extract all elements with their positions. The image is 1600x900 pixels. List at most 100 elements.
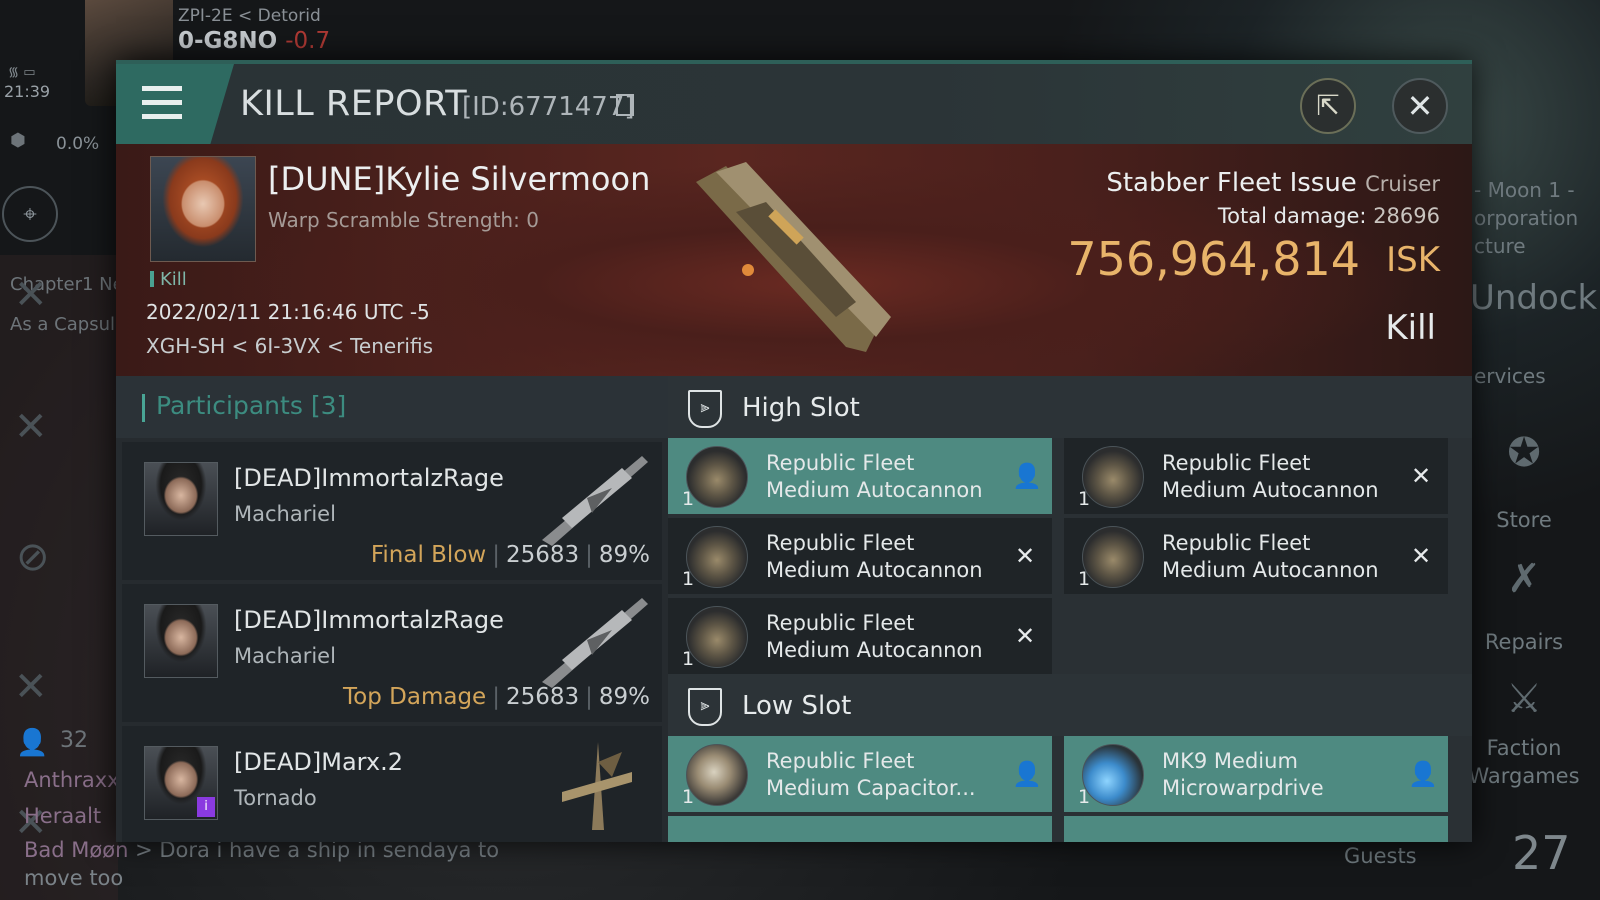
participant-row[interactable]: [DEAD]ImmortalzRage Machariel Top Damage…: [122, 584, 662, 722]
location-pin-icon[interactable]: ⌖: [2, 186, 58, 242]
target-icon[interactable]: ⊘: [16, 534, 50, 580]
current-system[interactable]: 0-G8NO -0.7: [178, 28, 330, 54]
guests-count: 27: [1512, 826, 1571, 880]
participant-ship: Tornado: [234, 786, 317, 810]
station-name-line: orporation: [1474, 206, 1579, 230]
participant-row[interactable]: i [DEAD]Marx.2 Tornado: [122, 726, 662, 842]
destroyed-x-icon: ✕: [1410, 462, 1432, 490]
external-link-icon: ⇱: [1316, 89, 1340, 122]
dropped-person-icon: 👤: [1012, 760, 1042, 788]
fitting-panel: ⫸ High Slot 1 Republic Fleet Medium Autoc…: [668, 376, 1472, 842]
participant-avatar[interactable]: [144, 462, 218, 536]
kill-date: 2022/02/11 21:16:46 UTC -5: [146, 300, 430, 324]
window-titlebar: KILL REPORT [ID:6771477] ⇱ ✕: [116, 64, 1472, 144]
destroyed-x-icon: ✕: [1014, 622, 1036, 650]
store-icon[interactable]: ✪: [1484, 430, 1564, 476]
hamburger-icon: [142, 86, 182, 91]
station-name-line: cture: [1474, 234, 1526, 258]
faction-wargames-label[interactable]: Wargames: [1454, 764, 1594, 788]
victim-ship-image[interactable]: [676, 152, 916, 372]
isk-value: 756,964,814: [1067, 232, 1360, 286]
ship-class: Cruiser: [1365, 172, 1440, 196]
wifi-battery-icon: ᯾ ▭: [8, 65, 36, 80]
destroyed-x-icon: ✕: [1410, 542, 1432, 570]
module-item[interactable]: [1064, 816, 1448, 842]
module-item[interactable]: 1 Republic Fleet Medium Autocannon ✕: [1064, 518, 1448, 594]
high-slot-header: ⫸ High Slot: [668, 376, 1472, 438]
victim-portrait[interactable]: [150, 156, 256, 262]
microwarpdrive-icon: [1082, 744, 1144, 806]
dropped-person-icon: 👤: [1012, 462, 1042, 490]
participant-name: [DEAD]ImmortalzRage: [234, 464, 504, 492]
guests-label[interactable]: Guests: [1344, 844, 1417, 868]
faction-wargames-label[interactable]: Faction: [1454, 736, 1594, 760]
victim-ship-name[interactable]: Stabber Fleet Issue Cruiser: [1106, 168, 1440, 198]
participant-row[interactable]: [DEAD]ImmortalzRage Machariel Final Blow…: [122, 442, 662, 580]
undock-button[interactable]: Undock: [1470, 278, 1597, 318]
repairs-label[interactable]: Repairs: [1454, 630, 1594, 654]
dropped-person-icon: 👤: [1408, 760, 1438, 788]
participants-panel: Participants [3] [DEAD]ImmortalzRage Mac…: [116, 376, 668, 842]
high-slot-icon: ⫸: [688, 390, 722, 428]
kill-tag: Kill: [150, 269, 187, 290]
participant-avatar[interactable]: [144, 604, 218, 678]
autocannon-icon: [1082, 446, 1144, 508]
destroyed-x-icon: ✕: [1014, 542, 1036, 570]
close-button[interactable]: ✕: [1392, 78, 1448, 134]
participant-ship-image: [542, 456, 648, 546]
module-item[interactable]: 1 Republic Fleet Medium Autocannon ✕: [668, 518, 1052, 594]
isk-unit: ISK: [1386, 240, 1440, 280]
kill-location[interactable]: XGH-SH < 6I-3VX < Tenerifis: [146, 334, 433, 358]
participant-ship: Machariel: [234, 644, 336, 668]
alliance-badge: i: [197, 797, 215, 817]
autocannon-icon: [686, 446, 748, 508]
module-item[interactable]: 1 Republic Fleet Medium Capacitor... 👤: [668, 736, 1052, 812]
participant-ship-image: [542, 598, 648, 688]
clock: 21:39: [4, 82, 51, 101]
low-slot-icon: ⫸: [688, 688, 722, 726]
victim-name[interactable]: [DUNE]Kylie Silvermoon: [268, 160, 650, 198]
system-route: ZPI-2E < Detorid: [178, 6, 321, 26]
chat-line: move too: [24, 866, 124, 890]
participant-ship: Machariel: [234, 502, 336, 526]
kill-id: [ID:6771477]: [462, 92, 635, 122]
warp-scramble-strength: Warp Scramble Strength: 0: [268, 208, 539, 232]
faction-wargames-icon[interactable]: ⚔: [1484, 676, 1564, 722]
kill-report-window: KILL REPORT [ID:6771477] ⇱ ✕ [DUNE]Kylie…: [116, 60, 1472, 842]
repairs-icon[interactable]: ✗: [1484, 556, 1564, 602]
participant-avatar[interactable]: i: [144, 746, 218, 820]
chat-line: Anthraxx: [24, 768, 120, 792]
participants-header: Participants [3]: [116, 376, 668, 438]
menu-button[interactable]: [116, 64, 234, 144]
people-icon: 👤: [16, 728, 49, 758]
station-name-line: - Moon 1 -: [1474, 178, 1575, 202]
close-icon[interactable]: ✕: [14, 664, 48, 710]
close-icon[interactable]: ✕: [14, 404, 48, 450]
module-item[interactable]: 1 MK9 Medium Microwarpdrive 👤: [1064, 736, 1448, 812]
capacitor-icon: [686, 744, 748, 806]
store-label[interactable]: Store: [1454, 508, 1594, 532]
copy-icon[interactable]: [616, 94, 634, 116]
system-security: -0.7: [285, 28, 331, 54]
module-item[interactable]: [668, 816, 1052, 842]
autocannon-icon: [686, 606, 748, 668]
autocannon-icon: [686, 526, 748, 588]
system-name: 0-G8NO: [178, 28, 278, 54]
cargo-icon[interactable]: ⬢: [10, 130, 26, 151]
close-icon[interactable]: ✕: [14, 272, 48, 318]
share-button[interactable]: ⇱: [1300, 78, 1356, 134]
window-title: KILL REPORT: [240, 84, 468, 124]
chat-line: Heraalt: [24, 804, 102, 828]
autocannon-icon: [1082, 526, 1144, 588]
low-slot-header: ⫸ Low Slot: [668, 674, 1472, 736]
people-count: 32: [60, 728, 88, 753]
participants-count: [3]: [310, 391, 347, 420]
module-item[interactable]: 1 Republic Fleet Medium Autocannon ✕: [668, 598, 1052, 674]
participant-name: [DEAD]ImmortalzRage: [234, 606, 504, 634]
participant-stats: Top Damage | 25683 | 89%: [343, 684, 650, 710]
cargo-percent: 0.0%: [56, 134, 100, 154]
close-icon: ✕: [1406, 87, 1434, 125]
participant-stats: Final Blow | 25683 | 89%: [370, 542, 650, 568]
module-item[interactable]: 1 Republic Fleet Medium Autocannon ✕: [1064, 438, 1448, 514]
module-item[interactable]: 1 Republic Fleet Medium Autocannon 👤: [668, 438, 1052, 514]
